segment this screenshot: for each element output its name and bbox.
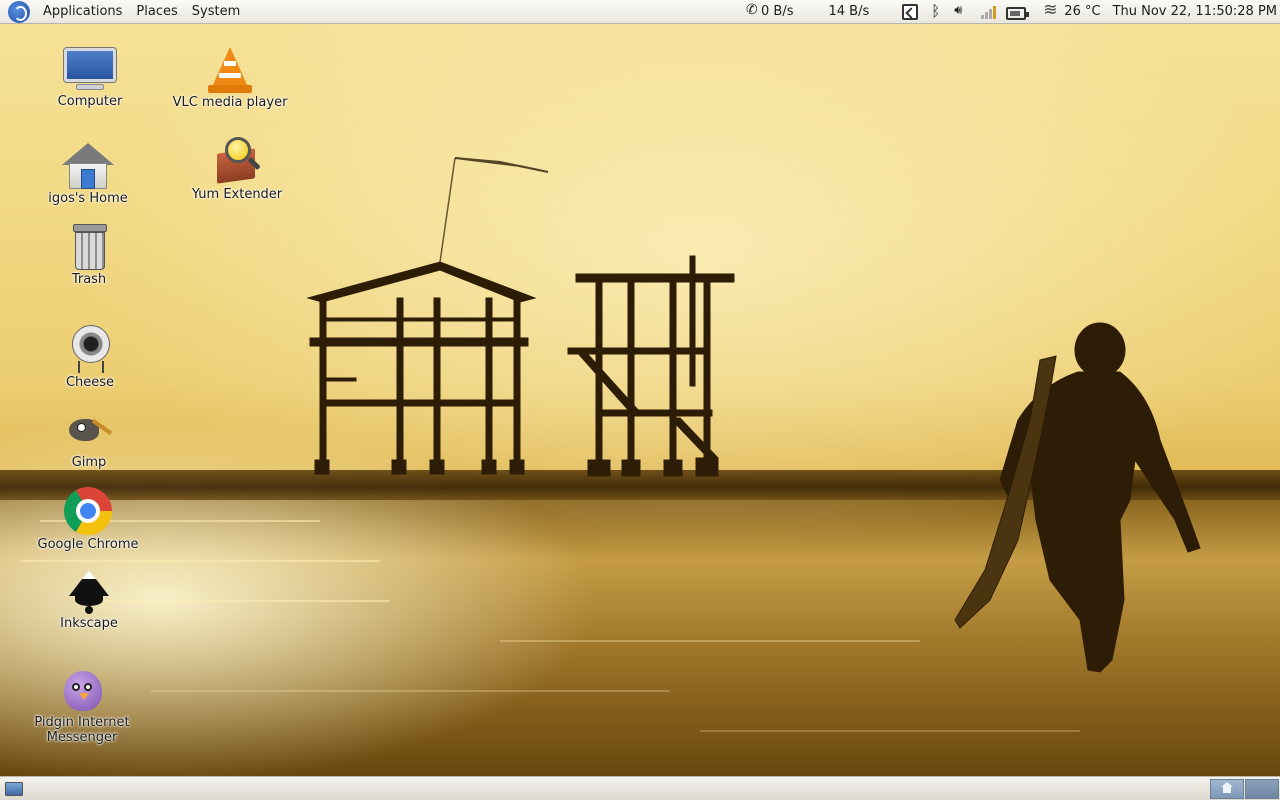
trash-icon [65, 222, 113, 270]
desktop-icon-label: Pidgin Internet Messenger [34, 715, 130, 745]
cheese-webcam-icon [66, 325, 114, 373]
net-down-rate: 0 B/s [761, 4, 794, 19]
desktop-icon-label: Trash [71, 272, 107, 287]
desktop-icon-label: Yum Extender [191, 187, 283, 202]
desktop-icon-label: igos's Home [48, 191, 128, 206]
signal-icon[interactable] [980, 4, 997, 20]
desktop-icon-label: Inkscape [60, 616, 118, 631]
inkscape-icon [65, 566, 113, 614]
pidgin-icon [58, 665, 106, 713]
temperature-readout[interactable]: 26 °C [1064, 0, 1100, 24]
wallpaper-silhouettes [306, 157, 1201, 673]
workspace-2[interactable] [1245, 779, 1279, 799]
menu-places[interactable]: Places [129, 0, 184, 24]
menu-system[interactable]: System [185, 0, 247, 24]
display-icon[interactable] [902, 4, 919, 20]
desktop-icon-pidgin[interactable]: Pidgin Internet Messenger [17, 665, 147, 745]
desktop-icon-cheese[interactable]: Cheese [25, 325, 155, 390]
distro-logo-icon[interactable] [8, 0, 30, 23]
desktop-icon-label: VLC media player [172, 95, 288, 110]
desktop-wallpaper [0, 0, 1280, 800]
desktop-icon-home[interactable]: igos's Home [23, 141, 153, 206]
desktop-icon-label: Gimp [71, 455, 107, 470]
computer-icon [62, 44, 118, 92]
system-tray: 26 °C Thu Nov 22, 11:50:28 PM [897, 0, 1280, 24]
battery-icon[interactable] [1006, 6, 1030, 20]
desktop-icon-gimp[interactable]: Gimp [24, 405, 154, 470]
yum-extender-icon [213, 137, 261, 185]
home-icon [1221, 782, 1233, 793]
desktop-icon-trash[interactable]: Trash [24, 222, 154, 287]
desktop-icon-label: Cheese [65, 375, 115, 390]
desktop-icon-computer[interactable]: Computer [25, 44, 155, 109]
volume-icon[interactable] [954, 3, 970, 20]
home-folder-icon [62, 141, 114, 189]
desktop-icon-label: Google Chrome [37, 537, 139, 552]
top-panel: Applications Places System 0 B/s 14 B/s … [0, 0, 1280, 24]
net-up-rate: 14 B/s [828, 4, 870, 19]
desktop-icon-inkscape[interactable]: Inkscape [24, 566, 154, 631]
desktop-icon-yum-extender[interactable]: Yum Extender [172, 137, 302, 202]
bottom-panel [0, 776, 1280, 800]
phone-icon [746, 2, 758, 19]
chrome-icon [64, 487, 112, 535]
clock[interactable]: Thu Nov 22, 11:50:28 PM [1113, 0, 1277, 24]
desktop-icon-vlc[interactable]: VLC media player [165, 45, 295, 110]
network-monitor[interactable]: 0 B/s 14 B/s [746, 0, 869, 24]
menu-applications[interactable]: Applications [36, 0, 129, 24]
vlc-icon [206, 45, 254, 93]
weather-icon[interactable] [1043, 0, 1059, 20]
desktop-icon-google-chrome[interactable]: Google Chrome [23, 487, 153, 552]
desktop-icon-label: Computer [57, 94, 123, 109]
bluetooth-icon[interactable] [928, 2, 944, 20]
gimp-icon [65, 405, 113, 453]
show-desktop-button[interactable] [5, 782, 23, 796]
